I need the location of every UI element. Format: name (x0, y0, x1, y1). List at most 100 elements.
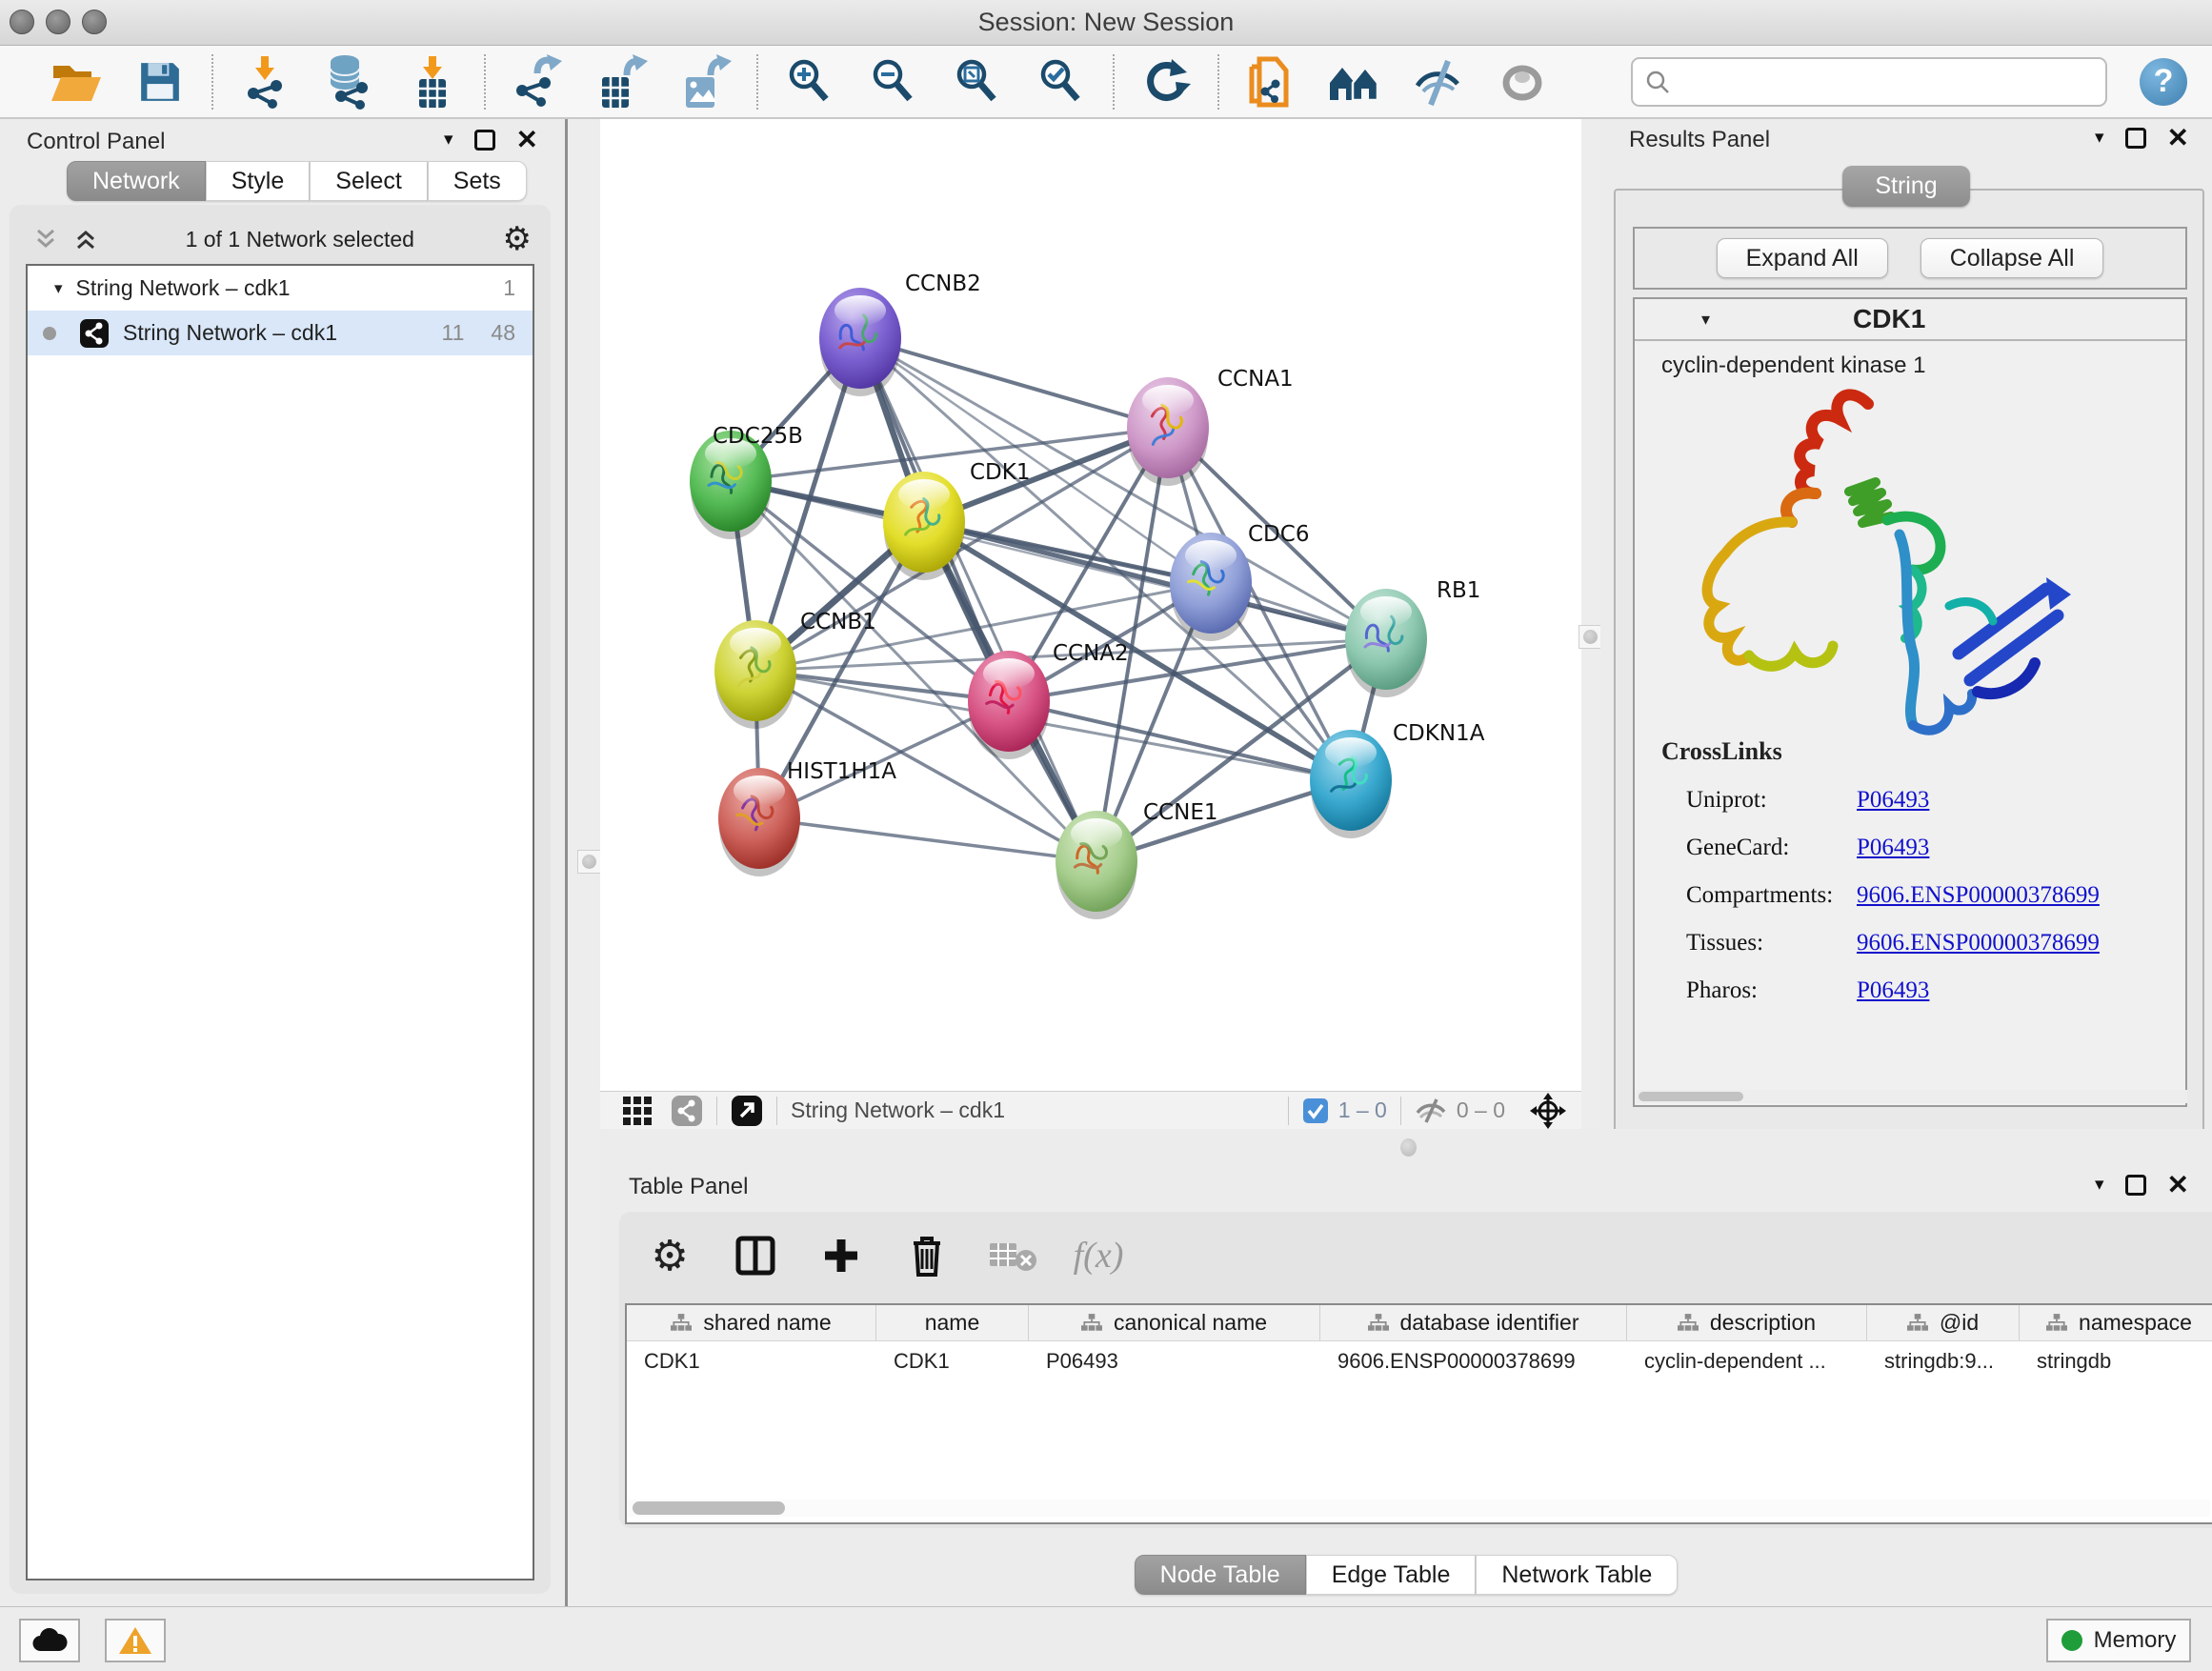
export-table-button[interactable] (579, 49, 663, 115)
crosslink-link-3[interactable]: 9606.ENSP00000378699 (1857, 930, 2100, 956)
network-node-CDC6[interactable] (1170, 533, 1252, 641)
results-panel-close-button[interactable]: ✕ (2167, 128, 2189, 149)
import-network-button[interactable] (223, 49, 307, 115)
warnings-button[interactable] (105, 1619, 166, 1662)
tab-select[interactable]: Select (310, 161, 427, 201)
network-node-CCNB2[interactable] (819, 288, 901, 396)
zoom-selected-button[interactable] (1019, 49, 1103, 115)
toolbar-search[interactable] (1631, 57, 2107, 107)
entry-collapse-arrow[interactable]: ▾ (1701, 310, 1710, 330)
results-panel-menu-arrow[interactable]: ▾ (2095, 127, 2104, 149)
network-view-icon[interactable] (671, 1095, 703, 1127)
grid-view-icon[interactable] (621, 1095, 654, 1127)
tab-network[interactable]: Network (67, 161, 206, 201)
function-builder-icon[interactable]: f(x) (1071, 1228, 1126, 1283)
hide-selected-button[interactable] (1397, 49, 1480, 115)
birdseye-navigator-icon[interactable] (1530, 1093, 1566, 1129)
table-hscrollbar[interactable] (627, 1500, 2210, 1517)
horizontal-splitter-handle[interactable] (1400, 1138, 1417, 1157)
entry-hscrollbar[interactable] (1637, 1090, 2187, 1103)
import-network-from-database-button[interactable] (307, 49, 391, 115)
export-network-button[interactable] (495, 49, 579, 115)
table-panel-menu-arrow[interactable]: ▾ (2095, 1174, 2104, 1196)
cloud-status-button[interactable] (19, 1619, 80, 1662)
delete-column-trash-icon[interactable] (899, 1228, 955, 1283)
network-edge-CDK1-RB1[interactable] (924, 522, 1386, 639)
open-session-button[interactable] (34, 49, 118, 115)
network-row-string-network-cdk1[interactable]: String Network – cdk1 11 48 (28, 311, 533, 355)
left-splitter-handle[interactable] (577, 850, 601, 874)
cell-name[interactable]: CDK1 (876, 1341, 1029, 1381)
crosslink-link-1[interactable]: P06493 (1857, 835, 1929, 861)
help-button[interactable]: ? (2140, 58, 2187, 106)
network-node-CCNA1[interactable] (1127, 377, 1209, 486)
table-options-gear-icon[interactable]: ⚙ (642, 1228, 697, 1283)
crosslink-link-0[interactable]: P06493 (1857, 787, 1929, 814)
export-image-button[interactable] (663, 49, 747, 115)
selected-checkbox-icon[interactable] (1302, 1097, 1329, 1124)
network-node-RB1[interactable] (1345, 589, 1427, 697)
network-edge-HIST1H1A-CCNE1[interactable] (759, 818, 1096, 861)
network-canvas[interactable]: CCNB2CCNA1CDC25BCDK1CDC6RB1CCNB1CCNA2CDK… (600, 119, 1581, 1091)
control-panel-close-button[interactable]: ✕ (516, 130, 538, 151)
create-column-plus-icon[interactable] (814, 1228, 869, 1283)
left-splitter[interactable] (565, 119, 600, 1606)
column-header-description[interactable]: description (1627, 1305, 1867, 1340)
tab-sets[interactable]: Sets (428, 161, 527, 201)
show-columns-icon[interactable] (728, 1228, 783, 1283)
network-node-CDK1[interactable] (883, 472, 965, 580)
right-splitter[interactable] (1581, 119, 1600, 1129)
collapse-all-button[interactable]: Collapse All (1920, 238, 2104, 278)
network-node-HIST1H1A[interactable] (718, 768, 800, 876)
table-panel-float-button[interactable] (2125, 1175, 2146, 1196)
network-node-CCNE1[interactable] (1056, 811, 1137, 919)
show-all-button[interactable] (1480, 49, 1564, 115)
column-header-@id[interactable]: @id (1867, 1305, 2020, 1340)
tab-string-results[interactable]: String (1842, 166, 1969, 207)
collection-expand-arrow[interactable]: ▾ (54, 279, 63, 298)
zoom-fit-button[interactable] (935, 49, 1019, 115)
results-panel-float-button[interactable] (2125, 128, 2146, 149)
tab-network-table[interactable]: Network Table (1476, 1555, 1678, 1595)
annotation-mode-button[interactable] (1229, 49, 1313, 115)
apply-style-refresh-button[interactable] (1124, 49, 1208, 115)
cell-namespace[interactable]: stringdb (2020, 1341, 2212, 1381)
network-edge-CCNA2-CDKN1A[interactable] (1009, 701, 1351, 780)
crosslink-link-2[interactable]: 9606.ENSP00000378699 (1857, 882, 2100, 909)
column-header-namespace[interactable]: namespace (2020, 1305, 2212, 1340)
table-row[interactable]: CDK1CDK1P064939606.ENSP00000378699cyclin… (627, 1341, 2212, 1381)
column-header-canonical-name[interactable]: canonical name (1029, 1305, 1320, 1340)
cell-database-identifier[interactable]: 9606.ENSP00000378699 (1320, 1341, 1627, 1381)
network-options-gear-icon[interactable]: ⚙ (503, 220, 532, 258)
memory-button[interactable]: Memory (2046, 1619, 2191, 1662)
cell-canonical-name[interactable]: P06493 (1029, 1341, 1320, 1381)
column-header-database-identifier[interactable]: database identifier (1320, 1305, 1627, 1340)
tab-node-table[interactable]: Node Table (1135, 1555, 1306, 1595)
detach-view-icon[interactable] (731, 1095, 763, 1127)
hidden-eye-slash-icon[interactable] (1415, 1098, 1447, 1123)
cell-@id[interactable]: stringdb:9... (1867, 1341, 2020, 1381)
network-graph[interactable]: CCNB2CCNA1CDC25BCDK1CDC6RB1CCNB1CCNA2CDK… (600, 119, 1581, 1091)
control-panel-menu-arrow[interactable]: ▾ (444, 129, 453, 151)
cdk1-entry-header[interactable]: ▾ CDK1 (1635, 299, 2185, 341)
right-splitter-handle[interactable] (1579, 625, 1602, 649)
search-input[interactable] (1671, 69, 2081, 95)
zoom-out-button[interactable] (852, 49, 935, 115)
network-node-CCNB1[interactable] (714, 620, 796, 729)
expand-all-networks-icon[interactable] (74, 229, 97, 250)
birdseye-homes-button[interactable] (1313, 49, 1397, 115)
network-edge-CCNB2-CCNA1[interactable] (860, 338, 1168, 428)
control-panel-float-button[interactable] (474, 130, 495, 151)
zoom-in-button[interactable] (768, 49, 852, 115)
table-panel-close-button[interactable]: ✕ (2167, 1175, 2189, 1196)
delete-table-icon[interactable] (985, 1228, 1040, 1283)
cell-shared-name[interactable]: CDK1 (627, 1341, 876, 1381)
save-session-button[interactable] (118, 49, 202, 115)
collapse-all-networks-icon[interactable] (34, 229, 57, 250)
cell-description[interactable]: cyclin-dependent ... (1627, 1341, 1867, 1381)
network-collection-row[interactable]: ▾ String Network – cdk1 1 (28, 266, 533, 311)
tab-style[interactable]: Style (206, 161, 311, 201)
network-node-CCNA2[interactable] (968, 651, 1050, 759)
column-header-shared-name[interactable]: shared name (627, 1305, 876, 1340)
network-node-CDKN1A[interactable] (1310, 730, 1392, 838)
